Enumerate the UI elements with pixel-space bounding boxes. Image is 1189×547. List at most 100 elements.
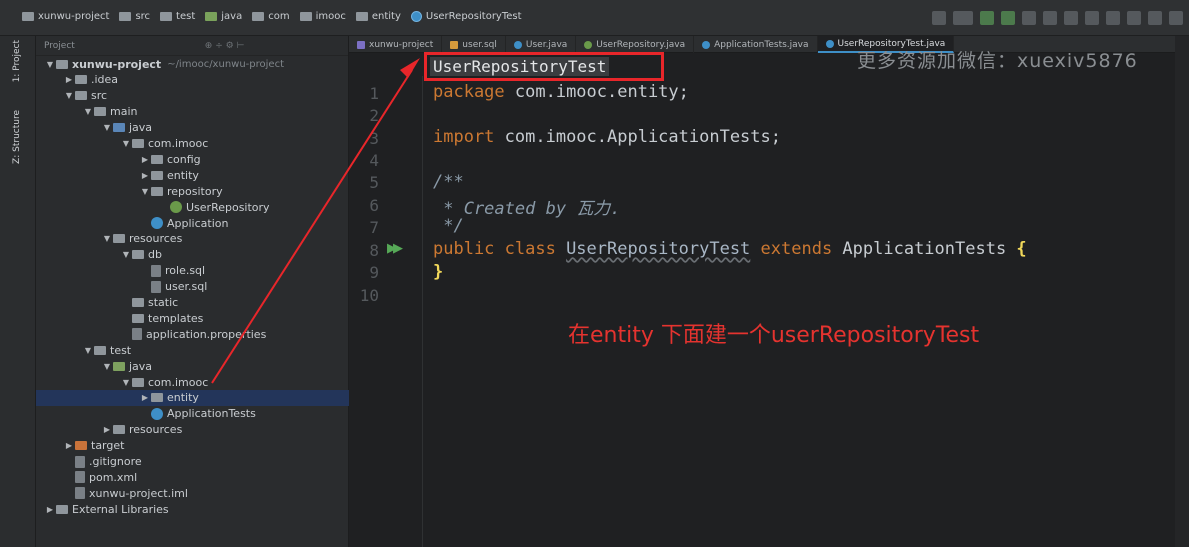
editor-tab[interactable]: User.java (506, 36, 577, 53)
editor-tab[interactable]: UserRepository.java (576, 36, 695, 53)
expand-arrow-icon[interactable]: ▼ (139, 187, 151, 196)
tree-item-label: entity (167, 391, 199, 405)
tab-structure[interactable]: Z: Structure (12, 110, 26, 164)
tree-item[interactable]: application.properties (36, 326, 349, 342)
tree-item[interactable]: ▶ resources (36, 422, 349, 438)
collapse-arrow-icon[interactable]: ▶ (44, 505, 56, 514)
expand-arrow-icon[interactable]: ▼ (120, 139, 132, 148)
collapse-arrow-icon[interactable]: ▶ (139, 393, 151, 402)
tab-project[interactable]: 1: Project (12, 40, 26, 82)
code-line-3[interactable]: import com.imooc.ApplicationTests; (433, 127, 781, 147)
tree-item[interactable]: ▼ test (36, 342, 349, 358)
code-line-5[interactable]: /** (433, 172, 464, 192)
tree-item[interactable]: ▼ java (36, 120, 349, 136)
collapse-arrow-icon[interactable]: ▶ (63, 75, 75, 84)
breadcrumb-item-imooc[interactable]: imooc (299, 11, 346, 22)
tree-item[interactable]: role.sql (36, 263, 349, 279)
code-line-8[interactable]: public class UserRepositoryTest extends … (433, 239, 1027, 259)
structure-icon[interactable] (1106, 11, 1120, 25)
tree-item[interactable]: static (36, 295, 349, 311)
source-folder-icon (113, 123, 125, 133)
tree-item[interactable]: ▼ src (36, 88, 349, 104)
code-line-7[interactable]: */ (433, 216, 463, 236)
folder-icon (94, 107, 106, 117)
tree-item[interactable]: user.sql (36, 279, 349, 295)
toolbar-actions (932, 11, 1183, 25)
tree-item-label: static (148, 296, 179, 309)
tree-item[interactable]: ▶ config (36, 151, 349, 167)
breadcrumb-item-project[interactable]: xunwu-project (22, 11, 109, 22)
line-number: 6 (369, 196, 379, 215)
tree-item[interactable]: ▶ entity (36, 167, 349, 183)
search-icon[interactable] (1169, 11, 1183, 25)
tree-item[interactable]: ▼ resources (36, 231, 349, 247)
expand-arrow-icon[interactable]: ▼ (101, 362, 113, 371)
tree-item[interactable]: templates (36, 310, 349, 326)
expand-arrow-icon[interactable]: ▼ (120, 378, 132, 387)
expand-arrow-icon[interactable]: ▼ (120, 250, 132, 259)
tree-item[interactable]: .gitignore (36, 454, 349, 470)
breadcrumb-item-class[interactable]: UserRepositoryTest (410, 11, 522, 22)
coverage-icon[interactable] (1022, 11, 1036, 25)
right-scroll-gutter[interactable] (1175, 36, 1189, 547)
editor-tab[interactable]: user.sql (442, 36, 506, 53)
code-line-1[interactable]: package com.imooc.entity; (433, 82, 689, 102)
settings-icon[interactable] (1127, 11, 1141, 25)
tree-item[interactable]: ▼ xunwu-project ~/imooc/xunwu-project (36, 56, 349, 72)
tree-item[interactable]: ▼ com.imooc (36, 374, 349, 390)
tree-item[interactable]: ▼ com.imooc (36, 136, 349, 152)
tree-item[interactable]: ▼ db (36, 247, 349, 263)
debug-icon[interactable] (1001, 11, 1015, 25)
breadcrumb-item-src[interactable]: src (119, 11, 150, 22)
tree-item[interactable]: UserRepository (36, 199, 349, 215)
editor-tab[interactable]: ApplicationTests.java (694, 36, 818, 53)
tree-item[interactable]: ▶ .idea (36, 72, 349, 88)
project-view-dropdown[interactable]: Project (44, 41, 75, 51)
sdk-icon[interactable] (1085, 11, 1099, 25)
collapse-arrow-icon[interactable]: ▶ (139, 171, 151, 180)
breadcrumb: xunwu-project src test java com imooc en… (22, 11, 522, 22)
breadcrumb-item-com[interactable]: com (252, 11, 290, 22)
run-config-dropdown[interactable] (953, 11, 973, 25)
breadcrumb-item-entity[interactable]: entity (355, 11, 401, 22)
sql-icon (450, 40, 459, 49)
collapse-arrow-icon[interactable]: ▶ (139, 155, 151, 164)
tree-item-label: repository (167, 184, 223, 198)
editor-tab[interactable]: xunwu-project (349, 36, 443, 53)
expand-arrow-icon[interactable]: ▼ (101, 123, 113, 132)
tree-item[interactable]: xunwu-project.iml (36, 485, 349, 501)
test-folder-icon (113, 361, 125, 371)
run-gutter-icon[interactable]: ▶▶ (387, 241, 403, 256)
tree-item-label: user.sql (165, 280, 208, 294)
package-icon (355, 12, 368, 21)
folder-icon (113, 425, 125, 435)
build-icon[interactable] (932, 11, 946, 25)
tree-item[interactable]: ▼ repository (36, 183, 349, 199)
package-icon (299, 12, 312, 21)
folder-icon (94, 345, 106, 355)
breadcrumb-item-java[interactable]: java (205, 11, 242, 22)
module-icon (357, 40, 365, 49)
expand-arrow-icon[interactable]: ▼ (44, 60, 56, 69)
expand-arrow-icon[interactable]: ▼ (82, 107, 94, 116)
stop-icon[interactable] (1043, 11, 1057, 25)
tree-item-label: External Libraries (72, 502, 169, 516)
layout-icon[interactable] (1148, 11, 1162, 25)
run-icon[interactable] (980, 11, 994, 25)
tree-item[interactable]: ▶ entity (36, 389, 349, 406)
tree-item[interactable]: ▶ target (36, 438, 349, 454)
collapse-arrow-icon[interactable]: ▶ (101, 425, 113, 434)
breadcrumb-item-test[interactable]: test (160, 11, 195, 22)
collapse-arrow-icon[interactable]: ▶ (63, 441, 75, 450)
tree-item[interactable]: pom.xml (36, 469, 349, 485)
tree-item[interactable]: ▶ External Libraries (36, 501, 349, 517)
expand-arrow-icon[interactable]: ▼ (63, 91, 75, 100)
expand-arrow-icon[interactable]: ▼ (82, 346, 94, 355)
tree-item[interactable]: ApplicationTests (36, 406, 349, 422)
tree-item[interactable]: ▼ java (36, 358, 349, 374)
code-line-9[interactable]: } (433, 262, 443, 282)
tree-item[interactable]: Application (36, 215, 349, 231)
expand-arrow-icon[interactable]: ▼ (101, 234, 113, 243)
tree-item[interactable]: ▼ main (36, 104, 349, 120)
sync-icon[interactable] (1064, 11, 1078, 25)
